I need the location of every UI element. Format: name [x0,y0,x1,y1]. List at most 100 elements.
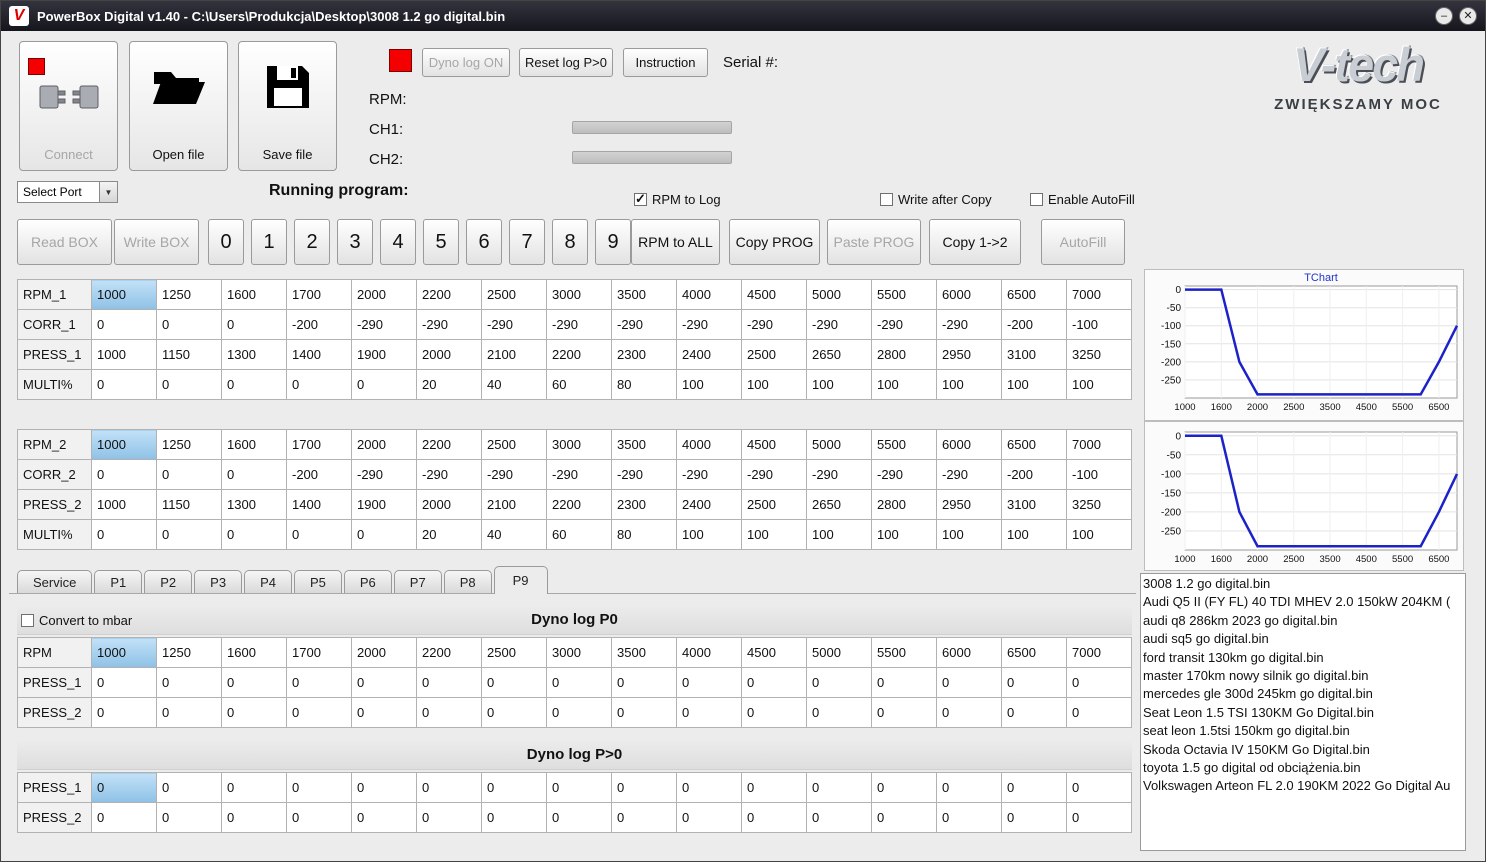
grid-cell[interactable]: 80 [611,519,677,550]
file-list-item[interactable]: ford transit 130km go digital.bin [1143,649,1463,667]
grid-cell[interactable]: 1150 [156,489,222,520]
grid-cell[interactable]: 0 [351,369,417,400]
convert-to-mbar-checkbox[interactable]: Convert to mbar [21,613,132,628]
grid-cell[interactable]: 0 [806,667,872,698]
digit-button-9[interactable]: 9 [595,219,631,265]
grid-cell[interactable]: 0 [1066,772,1132,803]
grid-cell[interactable]: 2800 [871,489,937,520]
grid-cell[interactable]: 100 [741,519,807,550]
grid-cell[interactable]: 4500 [741,429,807,460]
grid-cell[interactable]: -290 [806,459,872,490]
grid-cell[interactable]: 1700 [286,429,352,460]
instruction-button[interactable]: Instruction [623,48,708,77]
grid-cell[interactable]: 2200 [546,489,612,520]
grid-cell[interactable]: 3000 [546,637,612,668]
grid-cell[interactable]: 2000 [416,489,482,520]
grid-cell[interactable]: 4000 [676,279,742,310]
digit-button-2[interactable]: 2 [294,219,330,265]
grid-cell[interactable]: 0 [91,802,157,833]
grid-cell[interactable]: 6000 [936,429,1002,460]
read-box-button[interactable]: Read BOX [17,219,112,265]
grid-cell[interactable]: 0 [1066,667,1132,698]
grid-cell[interactable]: 3100 [1001,339,1067,370]
grid-cell[interactable]: 0 [1066,697,1132,728]
grid-cell[interactable]: 1250 [156,429,222,460]
grid-cell[interactable]: -290 [741,459,807,490]
grid-cell[interactable]: 60 [546,519,612,550]
digit-button-3[interactable]: 3 [337,219,373,265]
grid-cell[interactable]: 2300 [611,339,677,370]
grid-cell[interactable]: 2500 [741,339,807,370]
grid-cell[interactable]: 3100 [1001,489,1067,520]
grid-cell[interactable]: 2500 [481,429,547,460]
file-list-item[interactable]: Audi Q5 II (FY FL) 40 TDI MHEV 2.0 150kW… [1143,593,1463,611]
grid-cell[interactable]: 6500 [1001,637,1067,668]
grid-cell[interactable]: 0 [156,519,222,550]
grid-cell[interactable]: 0 [156,697,222,728]
grid-cell[interactable]: 1250 [156,637,222,668]
file-list-item[interactable]: mercedes gle 300d 245km go digital.bin [1143,685,1463,703]
enable-autofill-checkbox[interactable]: Enable AutoFill [1030,192,1135,207]
grid-cell[interactable]: 4000 [676,637,742,668]
grid-cell[interactable]: 0 [871,802,937,833]
grid-cell[interactable]: 0 [351,772,417,803]
grid-cell[interactable]: 2200 [546,339,612,370]
grid-cell[interactable]: 1600 [221,279,287,310]
grid-cell[interactable]: -290 [416,309,482,340]
connect-button[interactable]: Connect [19,41,118,171]
grid-cell[interactable]: 0 [91,772,157,803]
grid-cell[interactable]: 0 [91,697,157,728]
file-list-item[interactable]: master 170km nowy silnik go digital.bin [1143,667,1463,685]
digit-button-0[interactable]: 0 [208,219,244,265]
select-port-dropdown[interactable]: Select Port ▼ [17,181,118,203]
grid-cell[interactable]: -290 [546,459,612,490]
grid-cell[interactable]: 0 [871,667,937,698]
grid-cell[interactable]: 100 [1066,519,1132,550]
grid-cell[interactable]: 3000 [546,279,612,310]
grid-cell[interactable]: 2000 [351,637,417,668]
grid-cell[interactable]: 1000 [91,429,157,460]
grid-cell[interactable]: 100 [871,519,937,550]
grid-cell[interactable]: 0 [741,772,807,803]
paste-prog-button[interactable]: Paste PROG [827,219,921,265]
grid-cell[interactable]: 0 [221,519,287,550]
tab-p5[interactable]: P5 [293,570,342,594]
grid-cell[interactable]: 2800 [871,339,937,370]
grid-cell[interactable]: 0 [286,802,352,833]
autofill-button[interactable]: AutoFill [1041,219,1125,265]
grid-cell[interactable]: 0 [221,697,287,728]
grid-cell[interactable]: -290 [351,309,417,340]
grid-cell[interactable]: 0 [351,519,417,550]
grid-cell[interactable]: 3000 [546,429,612,460]
grid-cell[interactable]: 0 [156,459,222,490]
grid-cell[interactable]: 7000 [1066,637,1132,668]
grid-cell[interactable]: 0 [481,667,547,698]
grid-cell[interactable]: 0 [611,802,677,833]
grid-cell[interactable]: 0 [91,309,157,340]
grid-cell[interactable]: 2650 [806,489,872,520]
grid-cell[interactable]: 100 [936,519,1002,550]
file-list-item[interactable]: Seat Leon 1.5 TSI 130KM Go Digital.bin [1143,704,1463,722]
grid-cell[interactable]: 0 [546,667,612,698]
grid-cell[interactable]: 0 [676,802,742,833]
grid-cell[interactable]: 0 [91,369,157,400]
grid-cell[interactable]: 7000 [1066,279,1132,310]
grid-cell[interactable]: 0 [286,519,352,550]
grid-cell[interactable]: 0 [806,697,872,728]
grid-cell[interactable]: 2000 [351,279,417,310]
grid-cell[interactable]: 0 [156,369,222,400]
grid-cell[interactable]: 1400 [286,339,352,370]
grid-cell[interactable]: 0 [156,802,222,833]
grid-cell[interactable]: -290 [936,309,1002,340]
grid-cell[interactable]: 0 [286,369,352,400]
grid-cell[interactable]: 6000 [936,637,1002,668]
grid-cell[interactable]: 0 [546,697,612,728]
grid-cell[interactable]: 0 [481,697,547,728]
grid-cell[interactable]: 2200 [416,279,482,310]
grid-cell[interactable]: 2500 [741,489,807,520]
tab-p6[interactable]: P6 [343,570,392,594]
grid-cell[interactable]: 0 [156,667,222,698]
grid-cell[interactable]: 1900 [351,489,417,520]
grid-cell[interactable]: 1300 [221,489,287,520]
grid-cell[interactable]: 5000 [806,279,872,310]
